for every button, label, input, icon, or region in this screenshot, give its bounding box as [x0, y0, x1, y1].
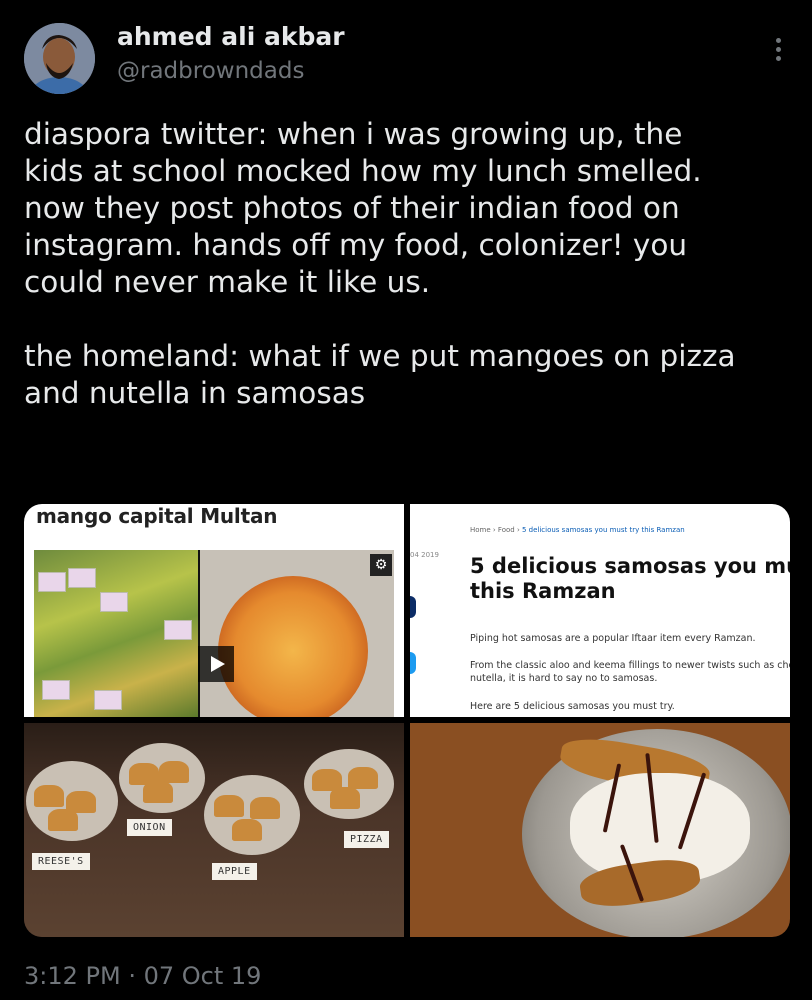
video-thumbnail[interactable]: ⚙: [34, 550, 394, 717]
apple-label: APPLE: [212, 863, 257, 880]
onion-label: ONION: [127, 819, 172, 836]
article-paragraph: Here are 5 delicious samosas you must tr…: [470, 701, 675, 712]
samosa-bowl: [26, 761, 118, 841]
article-headline: 5 delicious samosas you mu this Ramzan: [470, 554, 790, 603]
user-handle[interactable]: @radbrowndads: [117, 58, 304, 84]
article-paragraph: From the classic aloo and keema fillings…: [470, 660, 790, 684]
mango-stall-photo: [34, 550, 198, 717]
tweet-timestamp[interactable]: 3:12 PM · 07 Oct 19: [24, 962, 261, 990]
avatar[interactable]: [24, 23, 95, 94]
breadcrumb: Home › Food › 5 delicious samosas you mu…: [470, 526, 685, 534]
display-name[interactable]: ahmed ali akbar: [117, 22, 345, 51]
samosa-bowl: [119, 743, 205, 813]
samosa-article-image[interactable]: Home › Food › 5 delicious samosas you mu…: [410, 504, 790, 717]
pizza-label: PIZZA: [344, 831, 389, 848]
play-icon[interactable]: [198, 646, 234, 682]
mango-pizza-photo: [218, 576, 368, 717]
image-caption: mango capital Multan: [36, 504, 278, 528]
samosa-bowl: [204, 775, 300, 855]
more-dots-icon[interactable]: [774, 38, 782, 64]
samosa-bowls-image[interactable]: ONION REESE'S APPLE PIZZA: [24, 723, 404, 937]
media-grid[interactable]: mango capital Multan ⚙ Home › Food › 5 d…: [24, 504, 790, 937]
nutella-samosa-image[interactable]: [410, 723, 790, 937]
article-date: 04 2019: [410, 551, 439, 559]
mango-pizza-image[interactable]: mango capital Multan ⚙: [24, 504, 404, 717]
tweet-text: diaspora twitter: when i was growing up,…: [24, 117, 736, 410]
reeses-label: REESE'S: [32, 853, 90, 870]
gear-icon[interactable]: ⚙: [370, 554, 392, 576]
article-paragraph: Piping hot samosas are a popular Iftaar …: [470, 633, 756, 644]
samosa-bowl: [304, 749, 394, 819]
